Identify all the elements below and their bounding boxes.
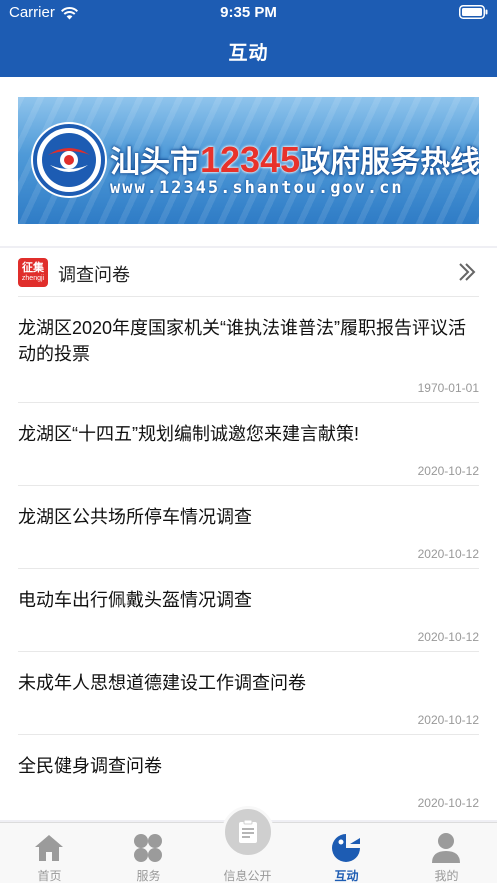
hotline-banner[interactable]: 汕头市12345政府服务热线 www.12345.shantou.gov.cn xyxy=(18,97,479,224)
survey-date: 2020-10-12 xyxy=(417,464,479,478)
list-item[interactable]: 电动车出行佩戴头盔情况调查 2020-10-12 xyxy=(18,568,479,651)
survey-section: 征集 zhengji 调查问卷 龙湖区2020年度国家机关“谁执法谁普法”履职报… xyxy=(0,248,497,820)
tab-services[interactable]: 服务 xyxy=(99,823,198,883)
survey-title: 龙湖区“十四五”规划编制诚邀您来建言献策! xyxy=(18,424,359,444)
tab-label: 信息公开 xyxy=(223,869,272,883)
survey-date: 2020-10-12 xyxy=(417,630,479,644)
hotline-emblem-icon xyxy=(31,122,107,198)
interact-icon xyxy=(332,834,360,862)
banner-url: www.12345.shantou.gov.cn xyxy=(110,178,404,198)
user-icon xyxy=(432,833,460,863)
survey-title: 龙湖区公共场所停车情况调查 xyxy=(18,507,252,527)
section-header: 征集 zhengji 调查问卷 xyxy=(0,248,497,296)
tab-label: 服务 xyxy=(136,869,161,883)
survey-list: 龙湖区2020年度国家机关“谁执法谁普法”履职报告评议活动的投票 1970-01… xyxy=(0,296,497,817)
info-tab-bubble[interactable] xyxy=(222,806,274,858)
survey-title: 全民健身调查问卷 xyxy=(18,756,162,776)
page-title: 互动 xyxy=(228,43,269,64)
tab-home[interactable]: 首页 xyxy=(0,823,99,883)
survey-date: 2020-10-12 xyxy=(417,547,479,561)
document-icon xyxy=(239,819,257,843)
list-item[interactable]: 全民健身调查问卷 2020-10-12 xyxy=(18,734,479,817)
banner-service-name: 政府服务热线 xyxy=(300,146,479,179)
badge-pinyin: zhengji xyxy=(21,275,45,282)
banner-title: 汕头市12345政府服务热线 xyxy=(110,137,479,181)
list-item[interactable]: 龙湖区“十四五”规划编制诚邀您来建言献策! 2020-10-12 xyxy=(18,402,479,485)
status-time: 9:35 PM xyxy=(220,4,277,21)
tab-label: 我的 xyxy=(434,869,459,883)
tab-label: 互动 xyxy=(334,869,359,883)
tab-label: 首页 xyxy=(37,869,62,883)
survey-title: 电动车出行佩戴头盔情况调查 xyxy=(18,590,252,610)
survey-date: 1970-01-01 xyxy=(417,381,479,395)
home-icon xyxy=(35,835,63,861)
tab-interact[interactable]: 互动 xyxy=(297,823,396,883)
badge-text: 征集 xyxy=(22,262,44,274)
survey-title: 龙湖区2020年度国家机关“谁执法谁普法”履职报告评议活动的投票 xyxy=(18,318,467,364)
banner-container: 汕头市12345政府服务热线 www.12345.shantou.gov.cn xyxy=(0,77,497,246)
header-bar: Carrier 9:35 PM 互动 xyxy=(0,0,497,77)
section-title: 调查问卷 xyxy=(58,265,130,285)
list-item[interactable]: 龙湖区2020年度国家机关“谁执法谁普法”履职报告评议活动的投票 1970-01… xyxy=(18,296,479,402)
double-chevron-right-icon[interactable] xyxy=(457,262,477,282)
grid-icon xyxy=(134,834,162,862)
list-item[interactable]: 未成年人思想道德建设工作调查问卷 2020-10-12 xyxy=(18,651,479,734)
banner-hotline-number: 12345 xyxy=(200,139,301,180)
banner-city: 汕头市 xyxy=(110,146,200,179)
battery-icon xyxy=(459,5,488,19)
collect-badge-icon: 征集 zhengji xyxy=(18,258,48,287)
survey-date: 2020-10-12 xyxy=(417,796,479,810)
tab-profile[interactable]: 我的 xyxy=(396,823,497,883)
status-bar: Carrier 9:35 PM xyxy=(0,0,497,26)
survey-date: 2020-10-12 xyxy=(417,713,479,727)
list-item[interactable]: 龙湖区公共场所停车情况调查 2020-10-12 xyxy=(18,485,479,568)
survey-title: 未成年人思想道德建设工作调查问卷 xyxy=(18,673,306,693)
